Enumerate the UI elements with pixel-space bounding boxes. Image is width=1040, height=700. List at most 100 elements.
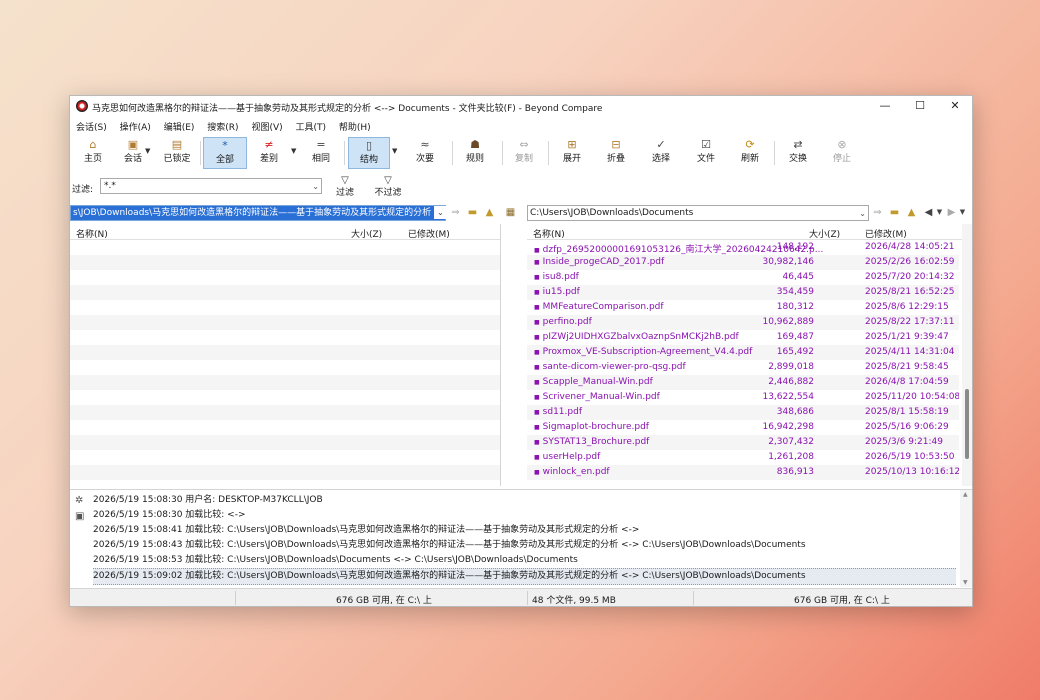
status-divider — [693, 591, 694, 605]
minor-button[interactable]: ≈ 次要 — [406, 137, 444, 169]
rules-button[interactable]: ☗ 规则 — [456, 137, 494, 169]
collapse-button[interactable]: ⊟ 折叠 — [597, 137, 635, 169]
right-browse-folder-icon[interactable]: ▬ — [888, 206, 901, 219]
file-name-text: iu15.pdf — [542, 287, 580, 297]
no-filter-button[interactable]: ▽ 不过滤 — [370, 175, 406, 199]
file-row[interactable]: ■ Inside_progeCAD_2017.pdf 30,982,146 2025/… — [527, 255, 959, 270]
log-line[interactable]: 2026/5/19 15:08:30 加载比较: <-> — [93, 508, 246, 523]
file-row[interactable]: ■ isu8.pdf 46,445 2025/7/20 20:14:32 — [527, 270, 959, 285]
log-scrollbar[interactable]: ▲ ▼ — [960, 490, 972, 587]
file-row[interactable]: ■ Scapple_Manual-Win.pdf 2,446,882 2026/4/8… — [527, 375, 959, 390]
file-modified: 2025/7/20 20:14:32 — [865, 272, 955, 282]
chevron-down-icon[interactable]: ⌄ — [312, 180, 319, 194]
menu-view[interactable]: 视图(V) — [251, 120, 282, 133]
file-row[interactable]: ■ userHelp.pdf 1,261,208 2026/5/19 10:53:50 — [527, 450, 959, 465]
file-row[interactable]: ■ Proxmox_VE-Subscription-Agreement_V4.4.… — [527, 345, 959, 360]
right-scrollbar-thumb[interactable] — [965, 389, 969, 459]
empty-row — [70, 345, 500, 360]
minimize-button[interactable]: — — [868, 98, 902, 114]
left-parent-folder-icon[interactable]: ▲ — [483, 206, 496, 219]
menu-edit[interactable]: 编辑(E) — [164, 120, 195, 133]
right-parent-folder-icon[interactable]: ▲ — [905, 206, 918, 219]
right-file-pane[interactable]: 名称(N) 大小(Z) 已修改(M) ■ dzfp_269520000016910… — [527, 224, 972, 486]
left-browse-folder-icon[interactable]: ▬ — [466, 206, 479, 219]
file-name: ■ perfino.pdf — [534, 317, 592, 327]
files-icon: ☑ — [701, 138, 711, 151]
structure-dropdown-icon[interactable]: ▼ — [392, 147, 397, 155]
swap-button[interactable]: ⇄ 交换 — [779, 137, 817, 169]
right-col-name[interactable]: 名称(N) — [533, 227, 565, 240]
log-line[interactable]: 2026/5/19 15:09:02 加载比较: C:\Users\JOB\Do… — [93, 568, 956, 585]
menu-search[interactable]: 搜索(R) — [207, 120, 238, 133]
right-col-size[interactable]: 大小(Z) — [809, 227, 840, 240]
expand-button[interactable]: ⊞ 展开 — [553, 137, 591, 169]
toolbar-separator — [452, 141, 453, 165]
file-row[interactable]: ■ iu15.pdf 354,459 2025/8/21 16:52:25 — [527, 285, 959, 300]
file-modified: 2026/5/19 10:53:50 — [865, 452, 955, 462]
right-scrollbar[interactable] — [962, 224, 972, 486]
log-line[interactable]: 2026/5/19 15:08:43 加载比较: C:\Users\JOB\Do… — [93, 538, 806, 553]
left-file-pane[interactable]: 名称(N) 大小(Z) 已修改(M) — [70, 224, 501, 486]
file-row[interactable]: ■ SYSTAT13_Brochure.pdf 2,307,432 2025/3/6 … — [527, 435, 959, 450]
file-size: 16,942,298 — [762, 422, 814, 432]
file-row[interactable]: ■ Scrivener_Manual-Win.pdf 13,622,554 2025/… — [527, 390, 959, 405]
funnel-icon: ▽ — [341, 175, 349, 186]
log-line[interactable]: 2026/5/19 15:08:53 加载比较: C:\Users\JOB\Do… — [93, 553, 578, 568]
file-row[interactable]: ■ sante-dicom-viewer-pro-qsg.pdf 2,899,018… — [527, 360, 959, 375]
left-path-dropdown-icon[interactable]: ⌄ — [434, 206, 447, 219]
file-row[interactable]: ■ pIZWj2UIDHXGZbalvxOaznpSnMCKj2hB.pdf 169… — [527, 330, 959, 345]
gear-icon[interactable]: ✲ — [75, 495, 83, 506]
save-icon[interactable]: ▣ — [75, 511, 84, 522]
orphan-file-icon: ■ — [534, 364, 540, 371]
right-go-icon[interactable]: ⇒ — [871, 206, 884, 219]
right-col-modified[interactable]: 已修改(M) — [865, 227, 907, 240]
left-col-size[interactable]: 大小(Z) — [351, 227, 382, 240]
right-path-input[interactable]: C:\Users\JOB\Downloads\Documents ⌄ — [527, 205, 869, 221]
left-col-modified[interactable]: 已修改(M) — [408, 227, 450, 240]
scroll-down-icon[interactable]: ▼ — [963, 579, 968, 586]
filter-input[interactable]: *.* ⌄ — [100, 178, 322, 194]
file-row[interactable]: ■ winlock_en.pdf 836,913 2025/10/13 10:16:1… — [527, 465, 959, 480]
copy-button[interactable]: ⇔ 复制 — [505, 137, 543, 169]
refresh-button[interactable]: ⟳ 刷新 — [731, 137, 769, 169]
sessions-dropdown-icon[interactable]: ▼ — [145, 147, 150, 155]
filter-button[interactable]: ▽ 过滤 — [330, 175, 360, 199]
file-row[interactable]: ■ dzfp_26952000001691053126_南江大学_20260424… — [527, 240, 959, 255]
structure-icon: ▯ — [365, 139, 373, 152]
forward-dropdown-icon[interactable]: ▼ — [956, 206, 969, 219]
menu-actions[interactable]: 操作(A) — [120, 120, 151, 133]
maximize-button[interactable]: ☐ — [903, 98, 937, 114]
files-button[interactable]: ☑ 文件 — [687, 137, 725, 169]
file-row[interactable]: ■ perfino.pdf 10,962,889 2025/8/22 17:37:11 — [527, 315, 959, 330]
file-row[interactable]: ■ MMFeatureComparison.pdf 180,312 2025/8/6 … — [527, 300, 959, 315]
home-button[interactable]: ⌂ 主页 — [74, 137, 112, 169]
menu-session[interactable]: 会话(S) — [76, 120, 107, 133]
close-button[interactable]: ✕ — [938, 98, 972, 114]
chevron-down-icon[interactable]: ⌄ — [859, 207, 866, 220]
log-line[interactable]: 2026/5/19 15:08:30 用户名: DESKTOP-M37KCLL\… — [93, 493, 323, 508]
left-path-input[interactable]: s\JOB\Downloads\马克思如何改造黑格尔的辩证法——基于抽象劳动及其… — [70, 205, 446, 221]
left-favorites-icon[interactable]: ▦ — [504, 206, 517, 219]
log-line[interactable]: 2026/5/19 15:08:41 加载比较: C:\Users\JOB\Do… — [93, 523, 639, 538]
file-row[interactable]: ■ Sigmaplot-brochure.pdf 16,942,298 2025/5/… — [527, 420, 959, 435]
diffs-dropdown-icon[interactable]: ▼ — [291, 147, 296, 155]
show-diffs-button[interactable]: ≠ 差别 — [250, 137, 288, 169]
file-name: ■ Sigmaplot-brochure.pdf — [534, 422, 649, 432]
file-modified: 2025/8/21 16:52:25 — [865, 287, 955, 297]
select-button[interactable]: ✓ 选择 — [642, 137, 680, 169]
file-row[interactable]: ■ sd11.pdf 348,686 2025/8/1 15:58:19 — [527, 405, 959, 420]
right-free-space: 676 GB 可用, 在 C:\ 上 — [794, 596, 890, 606]
menu-help[interactable]: 帮助(H) — [339, 120, 371, 133]
file-size: 1,261,208 — [768, 452, 814, 462]
diffs-label: 差别 — [259, 154, 278, 164]
menu-tools[interactable]: 工具(T) — [296, 120, 327, 133]
scroll-up-icon[interactable]: ▲ — [963, 491, 968, 498]
locked-button[interactable]: ▤ 已锁定 — [158, 137, 196, 169]
left-go-icon[interactable]: ⇒ — [449, 206, 462, 219]
show-same-button[interactable]: = 相同 — [302, 137, 340, 169]
stop-button[interactable]: ⊗ 停止 — [823, 137, 861, 169]
structure-button[interactable]: ▯ 结构 — [348, 137, 390, 169]
show-all-button[interactable]: * 全部 — [203, 137, 247, 169]
left-col-name[interactable]: 名称(N) — [76, 227, 108, 240]
file-name-text: Proxmox_VE-Subscription-Agreement_V4.4.p… — [542, 347, 753, 357]
